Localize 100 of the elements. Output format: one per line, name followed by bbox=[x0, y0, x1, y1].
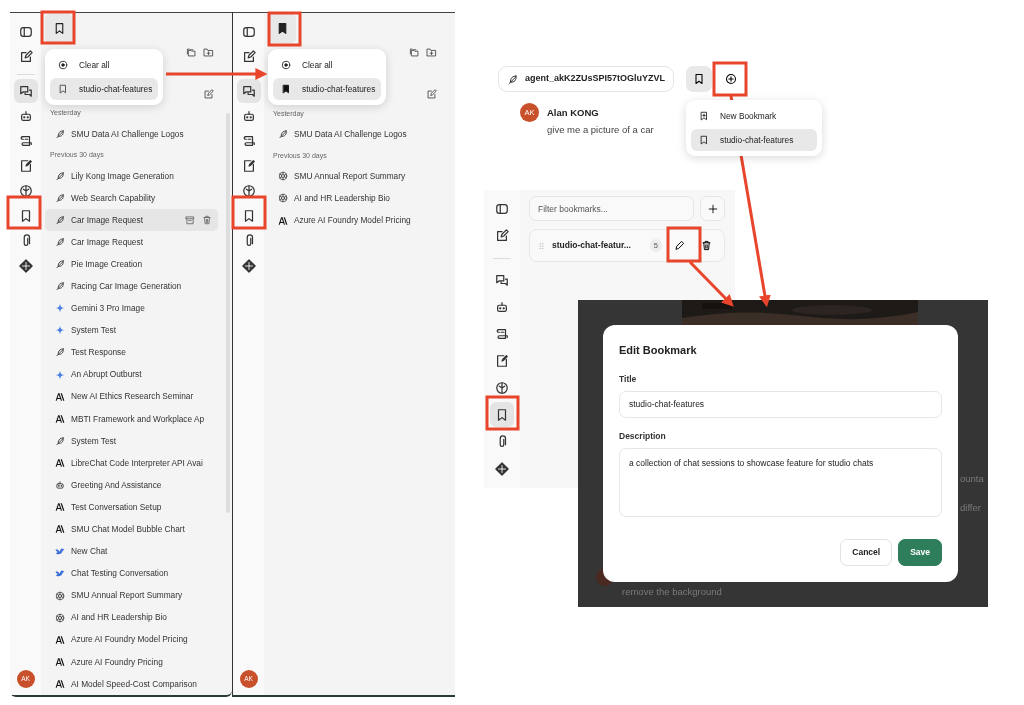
conversation-title: SMU Annual Report Summary bbox=[294, 170, 406, 183]
grip-icon[interactable] bbox=[538, 240, 545, 251]
brain-icon bbox=[495, 380, 509, 395]
conversation-item[interactable]: Azure AI Foundry Model Pricing bbox=[45, 628, 218, 651]
folder-plus-icon[interactable] bbox=[203, 46, 214, 58]
menu-item[interactable]: studio-chat-features bbox=[691, 129, 817, 151]
note-icon bbox=[241, 159, 256, 173]
feather-icon bbox=[55, 192, 65, 203]
bookmark-button[interactable] bbox=[686, 66, 712, 92]
conversation-title: Pie Image Creation bbox=[71, 257, 143, 271]
conversation-title: An Abrupt Outburst bbox=[71, 368, 142, 381]
folders-icon[interactable] bbox=[409, 47, 420, 58]
background-text: differ bbox=[960, 501, 981, 515]
conversation-item[interactable]: Web Search Capability bbox=[45, 186, 218, 209]
bookmark-filter-button[interactable] bbox=[45, 14, 73, 43]
conversation-item[interactable]: AI and HR Leadership Bio bbox=[268, 187, 441, 210]
sidebar-button[interactable] bbox=[490, 402, 514, 427]
edit-icon bbox=[18, 50, 33, 64]
target-icon bbox=[58, 60, 68, 70]
menu-item[interactable]: studio-chat-features bbox=[273, 78, 381, 100]
menu-item[interactable]: Clear all bbox=[273, 54, 381, 76]
conversation-title: Web Search Capability bbox=[71, 191, 156, 205]
dialog-title: Edit Bookmark bbox=[619, 343, 698, 358]
flower-icon bbox=[278, 171, 288, 182]
robot-icon bbox=[495, 299, 509, 314]
agent-pill[interactable]: agent_akK2ZUsSPI57tOGluYZVL bbox=[498, 66, 675, 92]
conversation-title: New AI Ethics Research Seminar bbox=[71, 390, 194, 403]
bookmark-icon bbox=[699, 135, 709, 145]
sidebar-button[interactable] bbox=[13, 79, 38, 103]
conversation-title: AI and HR Leadership Bio bbox=[71, 611, 167, 624]
conversation-title: Racing Car Image Generation bbox=[71, 280, 182, 293]
conversation-item[interactable]: LibreChat Code Interpreter API Avai bbox=[45, 451, 218, 474]
conversation-item[interactable]: AI Model Speed-Cost Comparison bbox=[45, 672, 218, 695]
conversation-title: New Chat bbox=[71, 545, 108, 558]
conversation-title: Test Conversation Setup bbox=[71, 500, 162, 514]
scroll-icon bbox=[18, 134, 33, 148]
folder-plus-icon[interactable] bbox=[426, 47, 437, 58]
conversation-item[interactable]: SMU Data AI Challenge Logos bbox=[268, 123, 441, 146]
menu-item[interactable]: Clear all bbox=[50, 54, 158, 76]
logo-icon bbox=[55, 457, 65, 468]
plus-icon bbox=[707, 203, 718, 214]
conversation-item[interactable]: Pie Image Creation bbox=[45, 253, 218, 276]
conversation-item[interactable]: AI and HR Leadership Bio bbox=[45, 606, 218, 629]
conversation-item[interactable]: SMU Annual Report Summary bbox=[268, 165, 441, 188]
conversation-title: SMU Data AI Challenge Logos bbox=[294, 127, 407, 141]
folders-icon[interactable] bbox=[186, 46, 197, 58]
conversation-item[interactable]: New Chat bbox=[45, 540, 218, 563]
robot-icon bbox=[55, 480, 65, 491]
conversation-title: SMU Chat Model Bubble Chart bbox=[71, 523, 185, 536]
scroll-icon bbox=[495, 326, 509, 341]
conversation-item[interactable]: SMU Data AI Challenge Logos bbox=[45, 122, 218, 145]
save-button[interactable]: Save bbox=[898, 538, 942, 566]
menu-item[interactable]: studio-chat-features bbox=[50, 78, 158, 100]
conversation-item[interactable]: Test Response bbox=[45, 341, 218, 364]
trash-icon[interactable] bbox=[202, 214, 212, 225]
conversation-item[interactable]: New AI Ethics Research Seminar bbox=[45, 385, 218, 408]
conversation-item[interactable]: Racing Car Image Generation bbox=[45, 275, 218, 298]
logo-icon bbox=[55, 413, 65, 424]
sidebar-button[interactable] bbox=[236, 79, 261, 103]
conversation-item[interactable]: SMU Chat Model Bubble Chart bbox=[45, 518, 218, 541]
conversation-title: Gemini 3 Pro Image bbox=[71, 302, 145, 315]
conversation-item[interactable]: An Abrupt Outburst bbox=[45, 363, 218, 386]
highlight-box bbox=[666, 226, 702, 263]
archive-icon[interactable] bbox=[185, 214, 195, 225]
conversation-item[interactable]: Gemini 3 Pro Image bbox=[45, 297, 218, 320]
sidebar-toggle-icon bbox=[241, 25, 256, 39]
title-field[interactable]: studio-chat-features bbox=[619, 390, 942, 418]
note-icon bbox=[18, 159, 33, 173]
conversation-item[interactable]: Test Conversation Setup bbox=[45, 496, 218, 519]
conversation-item[interactable]: Car Image Request bbox=[45, 208, 218, 231]
conversation-title: AI Model Speed-Cost Comparison bbox=[71, 677, 197, 691]
conversation-title: System Test bbox=[71, 324, 117, 337]
highlight-box bbox=[485, 395, 520, 431]
conversation-item[interactable]: MBTI Framework and Workplace Ap bbox=[45, 407, 218, 430]
description-field[interactable]: a collection of chat sessions to showcase feature for studio chats bbox=[619, 447, 942, 517]
trash-icon bbox=[700, 240, 712, 251]
conversation-item[interactable]: Azure AI Foundry Model Pricing bbox=[268, 209, 441, 232]
diamond-icon bbox=[18, 259, 33, 273]
conversation-item[interactable]: Greeting And Assistance bbox=[45, 474, 218, 497]
conversation-item[interactable]: Car Image Request bbox=[45, 230, 218, 254]
edit-icon[interactable] bbox=[426, 89, 437, 100]
message-text: give me a picture of a car bbox=[547, 123, 654, 137]
conversation-item[interactable]: System Test bbox=[45, 319, 218, 342]
conversation-title: Car Image Request bbox=[71, 213, 143, 227]
logo-icon bbox=[55, 678, 65, 689]
sidebar-toggle-icon bbox=[18, 25, 33, 39]
cancel-button[interactable]: Cancel bbox=[840, 538, 893, 566]
conversation-item[interactable]: Chat Testing Conversation bbox=[45, 562, 218, 585]
conversation-title: AI and HR Leadership Bio bbox=[294, 192, 390, 205]
logo-icon bbox=[55, 391, 65, 402]
edit-icon[interactable] bbox=[203, 88, 214, 100]
feather-icon bbox=[55, 259, 65, 270]
filter-field[interactable]: Filter bookmarks... bbox=[529, 196, 694, 221]
conversation-item[interactable]: System Test bbox=[45, 429, 218, 452]
conversation-title: Azure AI Foundry Model Pricing bbox=[71, 633, 188, 646]
conversation-item[interactable]: SMU Annual Report Summary bbox=[45, 584, 218, 607]
background-text: ounta bbox=[960, 472, 984, 486]
conversation-item[interactable]: Lily Kong Image Generation bbox=[45, 164, 218, 187]
menu-item[interactable]: New Bookmark bbox=[691, 105, 817, 127]
conversation-item[interactable]: Azure AI Foundry Pricing bbox=[45, 650, 218, 673]
